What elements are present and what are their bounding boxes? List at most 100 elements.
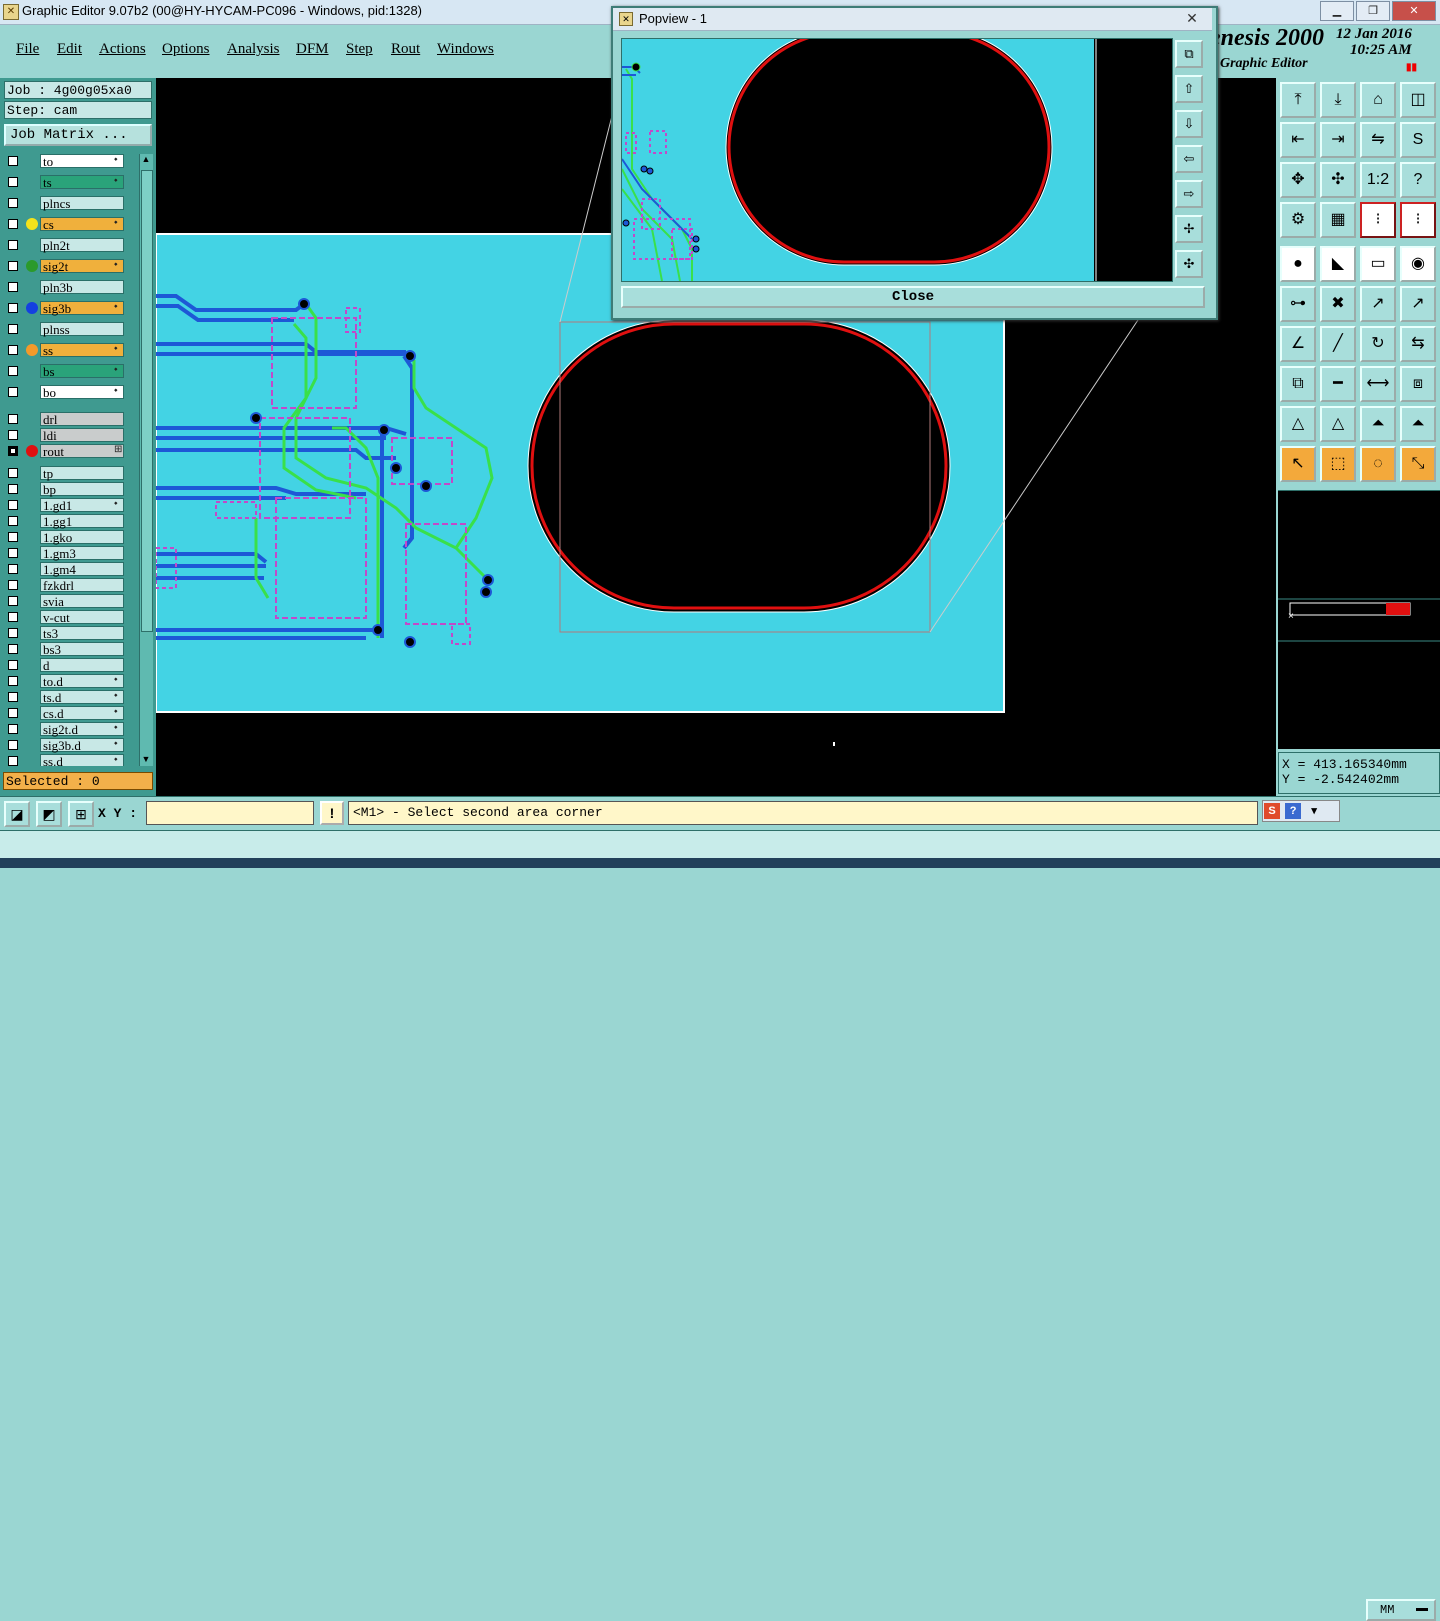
layer-checkbox[interactable]	[8, 219, 18, 229]
layer-name[interactable]: d	[40, 658, 124, 673]
layer-checkbox[interactable]	[8, 644, 18, 654]
layer-checkbox[interactable]	[8, 676, 18, 686]
menu-windows[interactable]: Windows	[437, 41, 494, 58]
layer-checkbox[interactable]	[8, 468, 18, 478]
layer-row-to.d[interactable]: to.d ⬩	[4, 674, 128, 689]
popview-window[interactable]: ✕ Popview - 1 ✕ ⧉ ⇧ ⇩ ⇦ ⇨ ✢ ✣ Close	[611, 6, 1218, 320]
layer-row-ss.d[interactable]: ss.d ⬩	[4, 754, 128, 766]
layer-checkbox[interactable]	[8, 692, 18, 702]
layer-name[interactable]: to.d	[40, 674, 124, 689]
layer-row-ss[interactable]: ss ⬩	[4, 343, 128, 358]
layer-row-1.gd1[interactable]: 1.gd1 ⬩	[4, 498, 128, 513]
mirror-icon[interactable]: ⇋	[1360, 122, 1396, 158]
menu-edit[interactable]: Edit	[57, 41, 82, 58]
xy-input[interactable]	[146, 801, 314, 825]
popview-pan-left-icon[interactable]: ⇦	[1175, 145, 1203, 173]
popview-titlebar[interactable]: ✕ Popview - 1 ✕	[613, 8, 1212, 31]
layer-name[interactable]: 1.gd1	[40, 498, 124, 513]
layer-checkbox[interactable]	[8, 282, 18, 292]
layer-name[interactable]: bs	[40, 364, 124, 379]
triangle-d-icon[interactable]: ⏶	[1400, 406, 1436, 442]
layer-name[interactable]: plnss	[40, 322, 124, 337]
warning-icon[interactable]: !	[320, 801, 344, 825]
pan-left-icon[interactable]: ⇤	[1280, 122, 1316, 158]
layer-row-sig3b[interactable]: sig3b ⬩	[4, 301, 128, 316]
split-icon[interactable]: ━	[1320, 366, 1356, 402]
layer-name[interactable]: ts3	[40, 626, 124, 641]
layer-checkbox[interactable]	[8, 628, 18, 638]
select-pointer-icon[interactable]: ↖	[1280, 446, 1316, 482]
layer-display-icon[interactable]: ⁝	[1360, 202, 1396, 238]
overview-panel[interactable]: ×	[1278, 490, 1440, 749]
triangle-a-icon[interactable]: △	[1280, 406, 1316, 442]
popview-canvas[interactable]	[621, 28, 1173, 282]
layer-checkbox[interactable]	[8, 500, 18, 510]
zoom-one-to-one-icon[interactable]: 1:2	[1360, 162, 1396, 198]
layer-row-1.gm3[interactable]: 1.gm3	[4, 546, 128, 561]
minimize-button[interactable]: ▁	[1320, 1, 1354, 21]
flip-icon[interactable]: ⇆	[1400, 326, 1436, 362]
layer-checkbox[interactable]	[8, 198, 18, 208]
layer-row-fzkdrl[interactable]: fzkdrl	[4, 578, 128, 593]
layer-checkbox[interactable]	[8, 430, 18, 440]
measure-mode-icon[interactable]: ◩	[36, 801, 62, 827]
layer-row-to[interactable]: to ⬩	[4, 154, 128, 169]
layer-row-svia[interactable]: svia	[4, 594, 128, 609]
layer-row-1.gko[interactable]: 1.gko	[4, 530, 128, 545]
layer-row-pln3b[interactable]: pln3b	[4, 280, 128, 295]
layer-checkbox[interactable]	[8, 240, 18, 250]
circle-icon[interactable]: ◉	[1400, 246, 1436, 282]
layer-checkbox[interactable]	[8, 324, 18, 334]
menu-rout[interactable]: Rout	[391, 41, 420, 58]
connect-icon[interactable]: ⊶	[1280, 286, 1316, 322]
layer-row-ldi[interactable]: ldi	[4, 428, 128, 443]
layer-checkbox[interactable]	[8, 345, 18, 355]
layer-checkbox[interactable]	[8, 756, 18, 766]
popview-close-button[interactable]: Close	[621, 286, 1205, 308]
popview-zoom-fit-icon[interactable]: ⧉	[1175, 40, 1203, 68]
snap-mode-icon[interactable]: ◪	[4, 801, 30, 827]
layer-name[interactable]: ts	[40, 175, 124, 190]
move-end-icon[interactable]: ↗	[1400, 286, 1436, 322]
layer-name[interactable]: sig3b.d	[40, 738, 124, 753]
group-icon[interactable]: ⧈	[1400, 366, 1436, 402]
layer-row-ts[interactable]: ts ⬩	[4, 175, 128, 190]
popview-close-icon[interactable]: ✕	[1180, 10, 1204, 26]
layer-checkbox[interactable]	[8, 532, 18, 542]
layer-name[interactable]: ss.d	[40, 754, 124, 766]
layer-row-1.gm4[interactable]: 1.gm4	[4, 562, 128, 577]
layer-row-bp[interactable]: bp	[4, 482, 128, 497]
layer-checkbox[interactable]	[8, 303, 18, 313]
layer-checkbox[interactable]	[8, 387, 18, 397]
layer-name[interactable]: 1.gm3	[40, 546, 124, 561]
layer-name[interactable]: tp	[40, 466, 124, 481]
layer-name[interactable]: sig3b	[40, 301, 124, 316]
menu-options[interactable]: Options	[162, 41, 210, 58]
move-point-icon[interactable]: ↗	[1360, 286, 1396, 322]
layer-row-drl[interactable]: drl	[4, 412, 128, 427]
layer-name[interactable]: pln3b	[40, 280, 124, 295]
draw-line-icon[interactable]: ╱	[1320, 326, 1356, 362]
layer-name[interactable]: svia	[40, 594, 124, 609]
home-icon[interactable]: ⌂	[1360, 82, 1396, 118]
layer-checkbox[interactable]	[8, 548, 18, 558]
layer-display-alt-icon[interactable]: ⁝	[1400, 202, 1436, 238]
pan-down-icon[interactable]: ⤓	[1320, 82, 1356, 118]
zoom-out-icon[interactable]: ✣	[1320, 162, 1356, 198]
layer-row-plncs[interactable]: plncs	[4, 196, 128, 211]
units-select[interactable]: MM	[1366, 1599, 1436, 1621]
popview-pan-down-icon[interactable]: ⇩	[1175, 110, 1203, 138]
layer-name[interactable]: drl	[40, 412, 124, 427]
layer-name[interactable]: fzkdrl	[40, 578, 124, 593]
pan-right-icon[interactable]: ⇥	[1320, 122, 1356, 158]
maximize-button[interactable]: ❐	[1356, 1, 1390, 21]
layer-name[interactable]: sig2t.d	[40, 722, 124, 737]
copy-icon[interactable]: ⧉	[1280, 366, 1316, 402]
grid-mode-icon[interactable]: ⊞	[68, 801, 94, 827]
menu-dfm[interactable]: DFM	[296, 41, 329, 58]
select-box-icon[interactable]: ⬚	[1320, 446, 1356, 482]
scroll-down-icon[interactable]: ▼	[141, 754, 151, 766]
layer-name[interactable]: 1.gm4	[40, 562, 124, 577]
delete-icon[interactable]: ✖	[1320, 286, 1356, 322]
layer-row-ts.d[interactable]: ts.d ⬩	[4, 690, 128, 705]
